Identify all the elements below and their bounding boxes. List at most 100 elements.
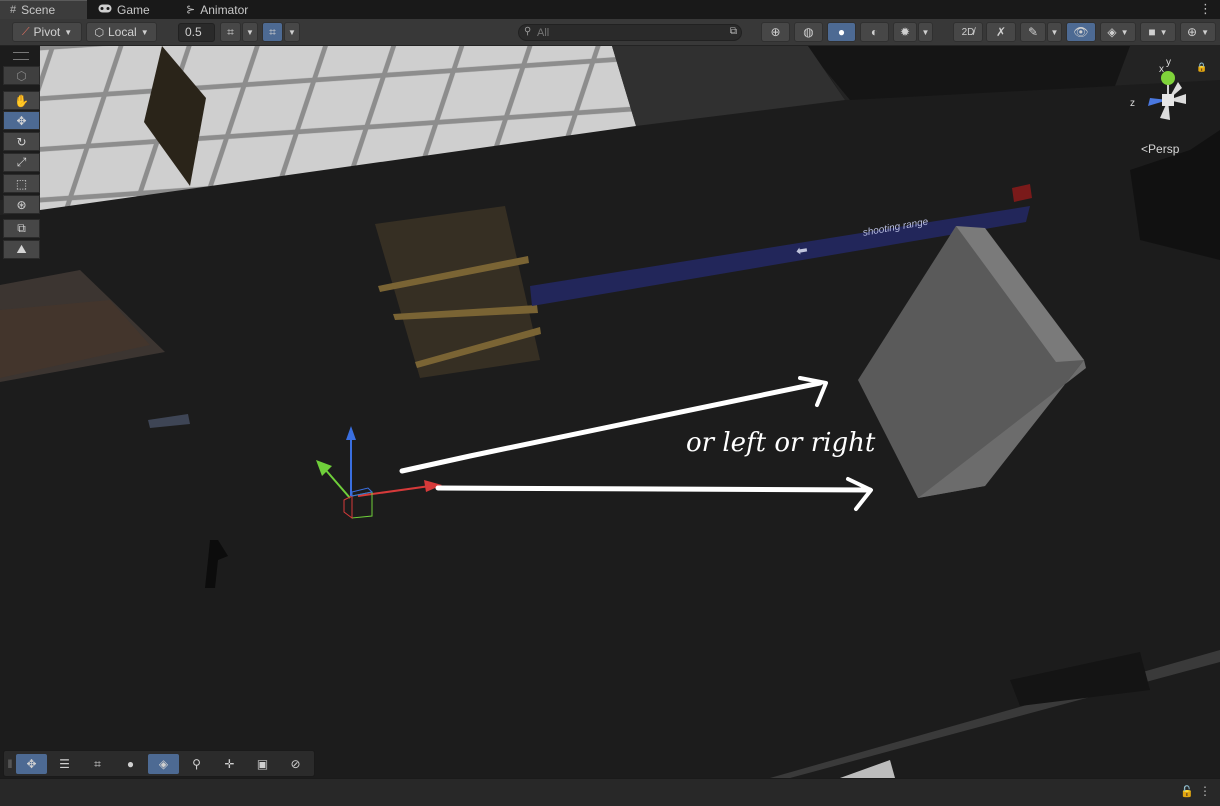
tab-menu-icon[interactable]: ⋮ [1199,1,1212,17]
tab-scene[interactable]: # Scene [0,0,87,19]
audio-toggle-button[interactable]: ✎ [1020,22,1046,42]
tool-move[interactable]: ✥ [3,111,40,130]
wireframe-sphere-icon: ⊕ [770,25,781,39]
pivot-snap-button[interactable]: ✛ [214,754,245,774]
layers-dropdown[interactable]: ◈ ▼ [1100,22,1136,42]
move-icon: ✥ [16,113,27,128]
chevron-left-icon: < [1141,142,1149,156]
scene-visibility-button[interactable]: 👁 [1066,22,1096,42]
animator-icon: ⊱ [186,4,196,16]
unlit-sphere-icon: ◐ [870,25,879,39]
gizmos-dropdown[interactable]: ⊕ ▼ [1180,22,1216,42]
light-off-icon: ✗ [995,25,1007,39]
camera-dropdown[interactable]: ■ ▼ [1140,22,1176,42]
2d-toggle-button[interactable]: 2D̸ [953,22,983,42]
projection-label: Persp [1148,142,1180,156]
chevron-down-icon: ▼ [140,27,149,37]
tool-rotate[interactable]: ↻ [3,132,40,151]
globe-icon: ⊕ [1187,25,1198,39]
chevron-down-icon: ▼ [288,27,296,37]
grid-visibility-icon: ⌗ [269,24,276,39]
grid-snapping-button[interactable]: ⌗ [220,22,241,42]
overlay-grip-icon[interactable]: ‖ [6,754,14,774]
camera-icon: ■ [1148,25,1156,39]
tab-animator-label: Animator [200,2,249,17]
chevron-down-icon: ▼ [1159,27,1168,37]
chevron-down-icon: ▼ [921,27,930,37]
tool-scale[interactable]: ⤢ [3,153,40,172]
chevron-down-icon: ▼ [64,27,73,37]
navigation-button[interactable]: ⊘ [280,754,311,774]
tool-transform[interactable]: ⊛ [3,195,40,214]
camera-overlay-icon: ▣ [256,757,269,771]
scene-viewport[interactable]: shooting range ⬅ [0,46,1220,778]
tools-overlay: ⬡ ✋ ✥ ↻ ⤢ ⬚ ⊛ ⧉ ⛰ [1,46,41,260]
more-options-icon[interactable]: ⋮ [1199,784,1211,798]
pivot-dropdown[interactable]: ⟋ Pivot ▼ [12,22,82,42]
grid-snap-button[interactable]: ⌗ [82,754,113,774]
unlit-button[interactable]: ◐ [860,22,889,42]
camera-overlay-button[interactable]: ▣ [247,754,278,774]
bug-icon: ✹ [899,25,911,39]
grid-visibility-button[interactable]: ⌗ [262,22,283,42]
debug-draw-mode-button[interactable]: ✹ [893,22,917,42]
layers-icon: ◈ [1107,25,1117,39]
projection-toggle[interactable]: <Persp [1141,142,1179,156]
grid-snap-icon: ⌗ [227,24,234,39]
pivot-snap-icon: ✛ [224,757,235,771]
scene-render [0,46,1220,778]
tab-animator[interactable]: ⊱ Animator [176,0,266,19]
shaded-wireframe-sphere-icon: ◍ [803,25,814,39]
lighting-toggle-button[interactable]: ✗ [986,22,1016,42]
shaded-wireframe-button[interactable]: ◍ [794,22,823,42]
pivot-label: Pivot [33,25,61,39]
eye-icon: 👁 [1073,25,1089,39]
tool-rect[interactable]: ⬚ [3,174,40,193]
gizmo-axis-x: x [1159,64,1164,75]
tool-view-cube[interactable]: ⬡ [3,66,40,85]
terrain-icon: ⛰ [16,242,27,256]
local-label: Local [108,25,137,39]
sliders-icon: ☰ [59,757,70,771]
scale-icon: ⤢ [16,155,27,169]
gizmo-lock-icon[interactable]: 🔒 [1196,62,1207,73]
shading-button[interactable]: ● [115,754,146,774]
grid-snapping-dropdown[interactable]: ▼ [242,22,258,42]
tab-game[interactable]: Game [88,0,168,19]
transform-icon: ⊛ [16,197,27,212]
local-dropdown[interactable]: ⬡ Local ▼ [86,22,157,42]
wireframe-shading-button[interactable]: ⊕ [761,22,790,42]
chevron-down-icon: ▼ [1201,27,1209,37]
rect-transform-icon: ⬚ [15,176,28,191]
chevron-down-icon: ▼ [1050,27,1059,37]
effects-dropdown[interactable]: ▼ [1047,22,1062,42]
custom-tool-icon: ⧉ [17,221,26,235]
lock-icon[interactable]: 🔓 [1180,785,1194,798]
rotate-icon: ↻ [16,134,27,149]
effects-icon: ✎ [1027,25,1039,39]
tool-hand[interactable]: ✋ [3,91,40,110]
search-options-icon[interactable]: ⧉ [730,26,737,37]
pivot-icon: ⟋ [21,25,30,38]
move-tool-button[interactable]: ✥ [16,754,47,774]
tool-settings-button[interactable]: ☰ [49,754,80,774]
tool-custom[interactable]: ⧉ [3,219,40,238]
search-input[interactable] [537,25,727,40]
local-cube-icon: ⬡ [94,26,104,39]
surface-snap-button[interactable]: ◈ [148,754,179,774]
snap-value-field[interactable]: 0.5 [178,23,215,42]
tool-terrain[interactable]: ⛰ [3,240,40,259]
search-tool-button[interactable]: ⚲ [181,754,212,774]
scene-search[interactable]: ⚲ ⧉ [518,24,742,41]
gizmo-axis-y: y [1166,57,1171,68]
surface-snap-icon: ◈ [158,757,169,771]
debug-draw-mode-dropdown[interactable]: ▼ [918,22,933,42]
grid-visibility-dropdown[interactable]: ▼ [284,22,300,42]
move-icon: ✥ [26,757,37,771]
shaded-button[interactable]: ● [827,22,856,42]
overlay-grip[interactable] [13,52,29,60]
tab-scene-label: Scene [21,3,56,17]
grid-icon: # [10,4,17,16]
chevron-down-icon: ▼ [1120,27,1129,37]
search-icon: ⚲ [524,26,532,37]
